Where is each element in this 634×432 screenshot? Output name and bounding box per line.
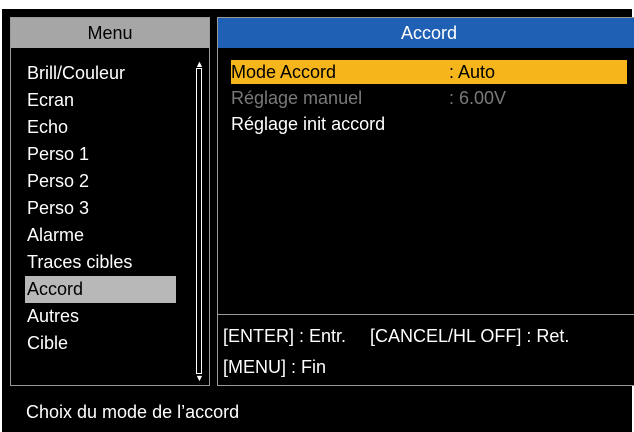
menu-item-echo[interactable]: Echo <box>25 114 176 141</box>
setting-value: : Auto <box>449 62 496 82</box>
menu-item-ecran[interactable]: Ecran <box>25 87 176 114</box>
setting-label: Mode Accord <box>231 62 337 82</box>
divider <box>218 314 634 315</box>
accord-panel: Accord Mode Accord : Auto Réglage manuel… <box>217 17 634 386</box>
menu-item-perso-3[interactable]: Perso 3 <box>25 195 176 222</box>
scroll-down-icon[interactable]: ▼ <box>195 374 204 383</box>
key-hints-row-2: [MENU] : Fin <box>223 357 326 378</box>
cancel-key-hint: [CANCEL/HL OFF] : Ret. <box>370 326 570 346</box>
menu-scrollbar[interactable]: ▲ ▼ <box>195 60 204 383</box>
menu-item-brill-couleur[interactable]: Brill/Couleur <box>25 60 176 87</box>
menu-item-perso-1[interactable]: Perso 1 <box>25 141 176 168</box>
key-hints-row-1: [ENTER] : Entr. [CANCEL/HL OFF] : Ret. <box>223 326 569 347</box>
menu-item-alarme[interactable]: Alarme <box>25 222 176 249</box>
menu-item-cible[interactable]: Cible <box>25 330 176 357</box>
menu-item-autres[interactable]: Autres <box>25 303 176 330</box>
menu-key-hint: [MENU] : Fin <box>223 357 327 377</box>
menu-title: Menu <box>11 18 209 48</box>
setting-reglage-manuel: Réglage manuel : 6.00V <box>231 86 627 110</box>
menu-panel: Menu Brill/Couleur Ecran Echo Perso 1 Pe… <box>10 17 210 386</box>
setting-label: Réglage manuel <box>231 88 363 108</box>
setting-reglage-init-accord[interactable]: Réglage init accord <box>231 112 627 136</box>
scroll-up-icon[interactable]: ▲ <box>195 60 204 69</box>
menu-list: Brill/Couleur Ecran Echo Perso 1 Perso 2… <box>25 60 176 357</box>
setting-mode-accord[interactable]: Mode Accord : Auto <box>231 60 627 84</box>
menu-item-traces-cibles[interactable]: Traces cibles <box>25 249 176 276</box>
setting-value: : 6.00V <box>449 88 507 108</box>
scroll-track[interactable] <box>196 68 202 374</box>
status-message: Choix du mode de l’accord <box>26 402 240 422</box>
menu-item-accord[interactable]: Accord <box>25 276 176 303</box>
setting-label: Réglage init accord <box>231 114 386 134</box>
enter-key-hint: [ENTER] : Entr. <box>223 326 347 346</box>
menu-item-perso-2[interactable]: Perso 2 <box>25 168 176 195</box>
panel-title: Accord <box>218 18 634 48</box>
